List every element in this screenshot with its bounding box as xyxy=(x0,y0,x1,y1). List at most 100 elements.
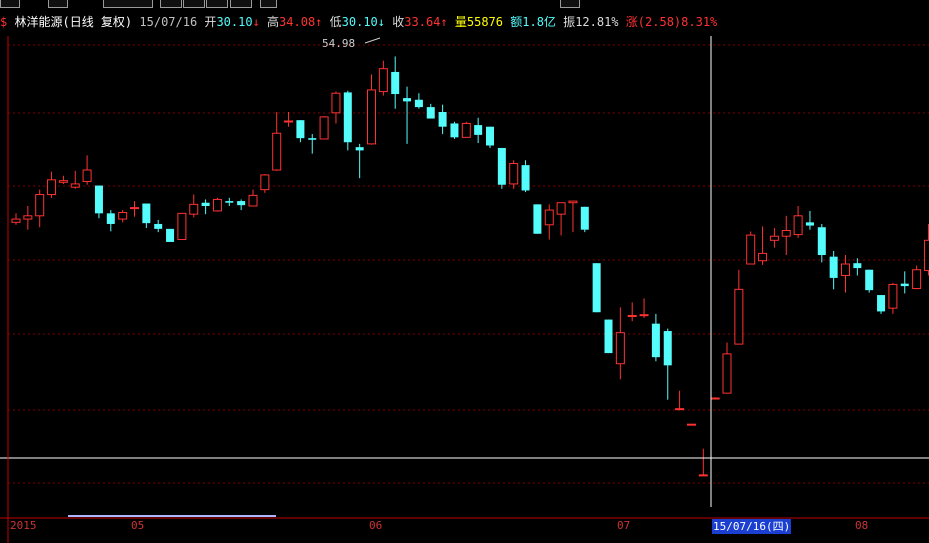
candle xyxy=(426,103,435,119)
candle-body xyxy=(604,319,613,354)
candle-body xyxy=(319,116,329,140)
candle xyxy=(923,223,929,276)
candle-body xyxy=(82,169,92,182)
candle xyxy=(568,200,578,233)
candle-body xyxy=(686,423,696,426)
candle-body xyxy=(781,230,791,237)
candle xyxy=(106,210,115,232)
xaxis-tick: 07 xyxy=(617,519,631,532)
candle-body xyxy=(426,107,435,119)
candle-body xyxy=(118,212,128,220)
candle xyxy=(378,60,388,96)
candle xyxy=(212,197,222,212)
candle xyxy=(296,120,305,143)
candle-body xyxy=(746,234,756,265)
candle xyxy=(474,117,483,144)
candle-body xyxy=(367,89,376,145)
candle xyxy=(651,313,660,362)
candle-body xyxy=(296,120,305,139)
candle xyxy=(817,223,826,263)
candle xyxy=(627,302,637,322)
candle xyxy=(248,189,258,207)
candle xyxy=(367,74,376,145)
candle xyxy=(177,212,187,240)
candle xyxy=(272,112,282,171)
candle xyxy=(189,194,199,218)
candle xyxy=(414,93,423,109)
candle-body xyxy=(521,165,530,191)
candle-body xyxy=(343,92,352,143)
candle xyxy=(841,255,850,293)
high-mark-pointer xyxy=(364,37,381,44)
candle xyxy=(853,258,862,276)
candle-body xyxy=(237,201,246,206)
candle-body xyxy=(758,252,768,262)
candle-body xyxy=(450,123,459,138)
candle xyxy=(639,298,649,318)
candle xyxy=(23,205,33,230)
candle-body xyxy=(142,203,151,224)
candle xyxy=(319,116,329,140)
candle-body xyxy=(580,206,589,230)
candle-body xyxy=(675,408,685,411)
candle xyxy=(580,206,589,233)
candle xyxy=(237,199,246,211)
candle-body xyxy=(154,223,163,229)
candle xyxy=(94,185,103,219)
candle-body xyxy=(923,239,929,272)
candle-body xyxy=(461,122,471,138)
candles xyxy=(11,56,929,477)
candle xyxy=(592,263,601,313)
candle xyxy=(793,205,803,238)
candle xyxy=(521,160,530,193)
candle-body xyxy=(769,235,779,241)
candle xyxy=(865,269,874,293)
candle xyxy=(544,204,554,240)
candle-body xyxy=(308,138,317,140)
candle-body xyxy=(403,98,412,102)
candle xyxy=(82,155,92,185)
candle-body xyxy=(225,201,234,203)
candle xyxy=(710,397,720,400)
candle-body xyxy=(544,209,554,226)
candle xyxy=(70,170,80,189)
candle xyxy=(912,265,922,290)
candle-body xyxy=(58,180,68,183)
candle-body xyxy=(615,332,625,365)
candle xyxy=(331,91,341,124)
candle xyxy=(533,204,542,234)
candle-body xyxy=(284,120,294,123)
candle-body xyxy=(106,213,115,224)
candle xyxy=(509,160,519,189)
candle xyxy=(260,174,270,193)
candle xyxy=(450,121,459,139)
candle xyxy=(675,390,685,411)
candle xyxy=(781,215,791,256)
candle xyxy=(486,126,494,148)
candle-body xyxy=(805,222,814,226)
candle xyxy=(130,201,139,217)
candle-body xyxy=(47,179,57,196)
candle xyxy=(308,134,317,154)
candlestick-chart[interactable] xyxy=(0,0,929,543)
candle-body xyxy=(11,218,21,223)
candle-body xyxy=(497,147,506,185)
candle-body xyxy=(533,204,542,234)
candle xyxy=(877,295,886,314)
candle-body xyxy=(130,207,139,210)
candle xyxy=(615,307,625,380)
candle xyxy=(734,269,744,345)
candle-body xyxy=(486,126,494,146)
candle xyxy=(355,143,364,179)
candle xyxy=(663,328,672,400)
candle-body xyxy=(568,200,578,204)
candle xyxy=(403,86,412,144)
candle-body xyxy=(355,147,364,151)
candle-body xyxy=(651,323,660,358)
xaxis-tick: 08 xyxy=(855,519,869,532)
candle xyxy=(769,228,779,248)
candle xyxy=(556,202,566,236)
candle xyxy=(722,342,732,394)
candle-body xyxy=(592,263,601,313)
candle-body xyxy=(474,125,483,135)
